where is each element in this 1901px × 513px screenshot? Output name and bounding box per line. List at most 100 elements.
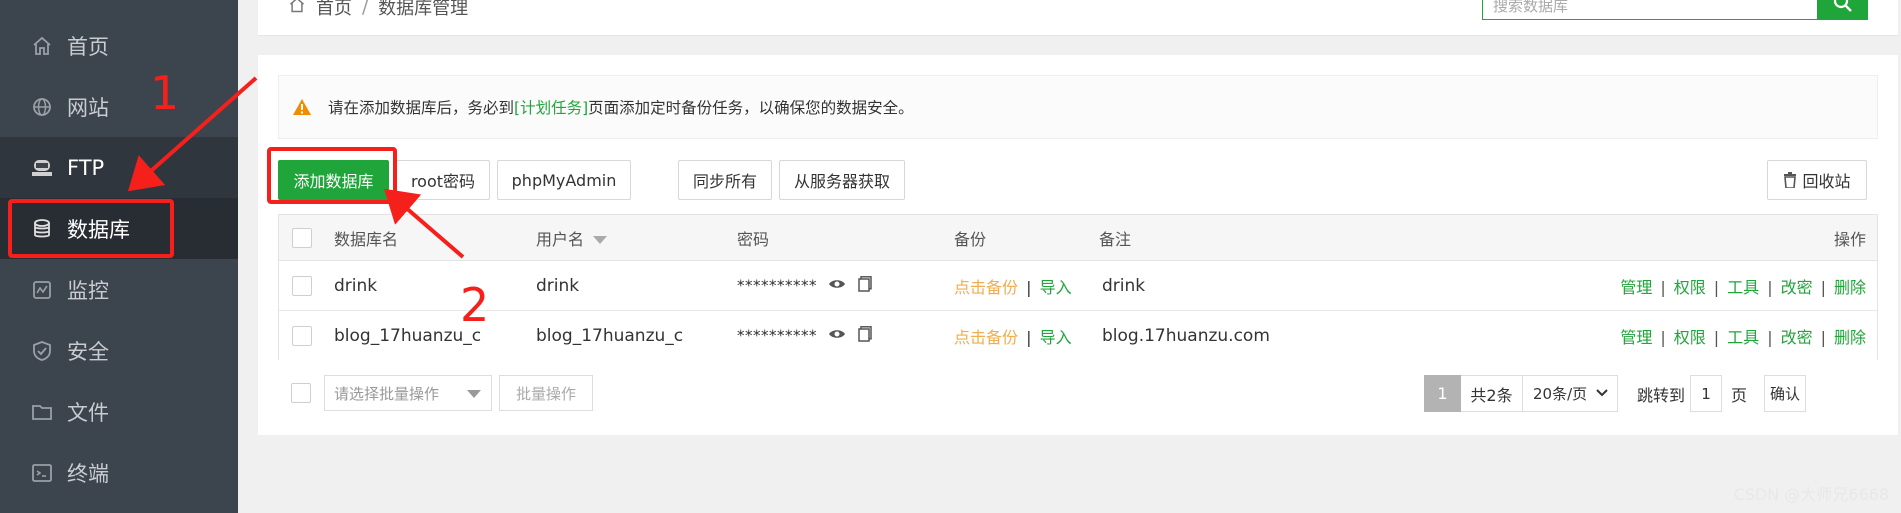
sidebar-item-files[interactable]: 文件 (0, 381, 238, 442)
globe-icon (30, 95, 54, 119)
sidebar-item-label: FTP (67, 155, 105, 180)
sidebar-item-ftp[interactable]: FTP (0, 137, 238, 198)
sort-down-icon (593, 236, 608, 244)
caret-down-icon (467, 390, 481, 398)
trash-icon (1783, 172, 1797, 188)
fetch-from-server-button[interactable]: 从服务器获取 (779, 160, 905, 200)
row-actions: 管理 | 权限 | 工具 | 改密 | 删除 (1620, 324, 1866, 348)
click-backup-link[interactable]: 点击备份 (954, 328, 1018, 347)
copy-icon[interactable] (857, 275, 872, 296)
separator: | (1767, 328, 1773, 347)
bulk-action-button[interactable]: 批量操作 (499, 375, 593, 411)
table-header: 数据库名 用户名 密码 备份 备注 操作 (279, 215, 1877, 261)
search-button[interactable] (1818, 0, 1868, 20)
manage-link[interactable]: 管理 (1620, 278, 1652, 297)
sidebar-item-label: 监控 (67, 278, 109, 303)
manage-link[interactable]: 管理 (1620, 328, 1652, 347)
table-row: drink drink ********** 点击备份 | 导入 drink 管… (279, 261, 1877, 311)
separator: | (1026, 328, 1032, 347)
phpmyadmin-button[interactable]: phpMyAdmin (497, 160, 631, 200)
header-backup: 备份 (954, 229, 987, 249)
bulk-select-checkbox[interactable] (291, 383, 311, 403)
tools-link[interactable]: 工具 (1727, 278, 1759, 297)
header-note: 备注 (1099, 229, 1132, 249)
page-number-current[interactable]: 1 (1424, 375, 1461, 412)
db-user: drink (536, 275, 580, 296)
search-input[interactable]: 搜索数据库 (1482, 0, 1818, 20)
ftp-icon (30, 156, 54, 180)
password-mask: ********** (737, 326, 817, 345)
separator: | (1660, 277, 1666, 297)
sidebar-item-label: 终端 (67, 461, 109, 486)
jump-page-input[interactable]: 1 (1690, 375, 1722, 412)
jump-confirm-button[interactable]: 确认 (1764, 375, 1806, 412)
bulk-action-select[interactable]: 请选择批量操作 (324, 375, 492, 411)
permissions-link[interactable]: 权限 (1674, 328, 1706, 347)
sidebar-item-monitor[interactable]: 监控 (0, 259, 238, 320)
db-password: ********** (737, 275, 872, 296)
recycle-bin-label: 回收站 (1802, 172, 1851, 191)
row-actions: 管理 | 权限 | 工具 | 改密 | 删除 (1620, 274, 1866, 298)
monitor-icon (30, 278, 54, 302)
change-password-link[interactable]: 改密 (1781, 278, 1813, 297)
permissions-link[interactable]: 权限 (1674, 278, 1706, 297)
root-password-button[interactable]: root密码 (396, 160, 490, 200)
backup-actions: 点击备份 | 导入 (954, 324, 1072, 348)
table-row: blog_17huanzu_c blog_17huanzu_c ********… (279, 311, 1877, 361)
terminal-icon (30, 461, 54, 485)
page-size-value: 20条/页 (1533, 385, 1588, 403)
highlight-database-nav (8, 199, 174, 258)
separator: | (1767, 277, 1773, 297)
separator: | (1713, 277, 1720, 297)
separator: | (1660, 328, 1666, 347)
database-table: 数据库名 用户名 密码 备份 备注 操作 drink drink *******… (278, 214, 1878, 361)
sidebar-item-website[interactable]: 网站 (0, 76, 238, 137)
sync-all-button[interactable]: 同步所有 (678, 160, 772, 200)
scheduled-task-link[interactable]: [计划任务] (514, 96, 588, 118)
chevron-down-icon (1595, 385, 1609, 403)
sidebar-item-label: 网站 (67, 95, 109, 120)
separator: | (1820, 328, 1826, 347)
recycle-bin-button[interactable]: 回收站 (1767, 160, 1867, 200)
import-link[interactable]: 导入 (1040, 328, 1072, 347)
copy-icon[interactable] (857, 326, 872, 346)
row-checkbox[interactable] (292, 275, 312, 296)
delete-link[interactable]: 删除 (1834, 278, 1866, 297)
eye-icon[interactable] (828, 327, 846, 345)
sidebar-item-home[interactable]: 首页 (0, 15, 238, 76)
breadcrumb-separator: / (362, 0, 369, 18)
change-password-link[interactable]: 改密 (1781, 328, 1813, 347)
tools-link[interactable]: 工具 (1727, 328, 1759, 347)
sidebar-item-security[interactable]: 安全 (0, 320, 238, 381)
breadcrumb: 首页 / 数据库管理 (288, 0, 468, 20)
shield-icon (30, 339, 54, 363)
notice-text-after: 页面添加定时备份任务，以确保您的数据安全。 (588, 99, 914, 117)
annotation-number-2: 2 (460, 278, 490, 332)
db-note[interactable]: drink (1102, 276, 1145, 296)
row-checkbox[interactable] (292, 326, 312, 346)
breadcrumb-home[interactable]: 首页 (316, 0, 352, 20)
home-icon (30, 34, 54, 58)
db-user: blog_17huanzu_c (536, 326, 684, 346)
header-password: 密码 (737, 229, 770, 249)
sidebar-item-label: 安全 (67, 339, 109, 364)
page-suffix-label: 页 (1731, 385, 1748, 405)
home-icon[interactable] (288, 0, 306, 19)
sidebar-item-label: 文件 (67, 400, 109, 425)
search-icon (1833, 0, 1853, 17)
notice-text-before: 请在添加数据库后，务必到 (328, 99, 515, 117)
separator: | (1820, 277, 1826, 297)
delete-link[interactable]: 删除 (1834, 328, 1866, 347)
separator: | (1026, 277, 1032, 297)
page-size-select[interactable]: 20条/页 (1523, 375, 1618, 412)
header-actions: 操作 (1833, 229, 1866, 249)
db-note[interactable]: blog.17huanzu.com (1102, 326, 1270, 346)
sidebar-item-terminal[interactable]: 终端 (0, 442, 238, 503)
eye-icon[interactable] (828, 277, 846, 295)
import-link[interactable]: 导入 (1040, 278, 1072, 297)
header-user[interactable]: 用户名 (536, 226, 608, 250)
backup-notice: 请在添加数据库后，务必到 [计划任务] 页面添加定时备份任务，以确保您的数据安全… (278, 75, 1878, 139)
header-user-label: 用户名 (536, 229, 585, 249)
select-all-checkbox[interactable] (292, 227, 312, 248)
click-backup-link[interactable]: 点击备份 (954, 278, 1018, 297)
